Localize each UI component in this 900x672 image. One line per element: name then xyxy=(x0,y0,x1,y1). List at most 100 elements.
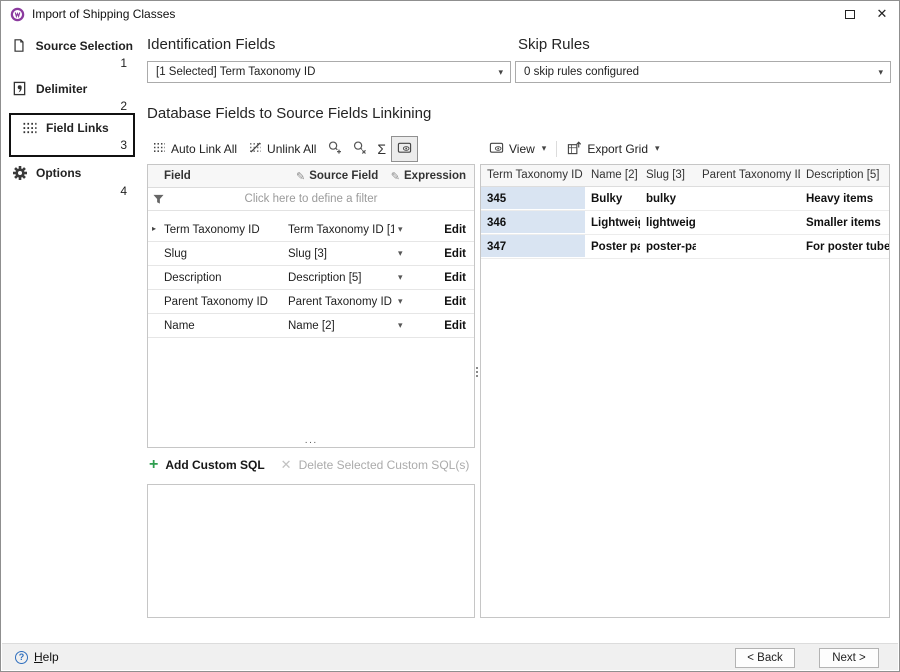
help-question-icon: ? xyxy=(15,651,28,664)
preview-toggle-button[interactable] xyxy=(391,136,418,162)
delete-custom-sql-label: Delete Selected Custom SQL(s) xyxy=(299,458,470,472)
preview-eye-icon xyxy=(489,140,504,158)
step-label: Delimiter xyxy=(36,82,87,96)
help-label: Help xyxy=(34,650,59,664)
preview-column-header[interactable]: Name [2] xyxy=(585,165,640,186)
linking-heading: Database Fields to Source Fields Linkini… xyxy=(147,105,431,122)
source-field-dropdown[interactable]: Term Taxonomy ID [1] xyxy=(288,224,394,236)
cell-description: Heavy items xyxy=(800,187,889,210)
preview-column-header[interactable]: Slug [3] xyxy=(640,165,696,186)
skip-rules-dropdown-value: 0 skip rules configured xyxy=(524,66,639,78)
cell-description: Smaller items xyxy=(800,211,889,234)
dotted-grid-icon xyxy=(21,122,38,135)
identification-fields-dropdown[interactable]: [1 Selected] Term Taxonomy ID ▾ xyxy=(147,61,511,83)
gear-icon xyxy=(11,165,28,181)
cell-name: Bulky xyxy=(585,187,640,210)
field-links-rows: ▸ Term Taxonomy ID Term Taxonomy ID [1] … xyxy=(148,218,474,338)
column-header-field[interactable]: Field xyxy=(164,170,191,182)
document-icon xyxy=(11,38,28,53)
remove-link-button[interactable] xyxy=(347,137,372,161)
add-custom-sql-label: Add Custom SQL xyxy=(165,458,264,472)
cell-term-taxonomy-id: 345 xyxy=(481,187,585,210)
preview-column-header[interactable]: Description [5] xyxy=(800,165,889,186)
preview-data-row[interactable]: 347 Poster pack poster-pack For poster t… xyxy=(481,235,889,259)
delete-cross-icon: ✕ xyxy=(281,457,292,473)
export-grid-icon xyxy=(567,140,582,158)
preview-column-header[interactable]: Term Taxonomy ID [1] xyxy=(481,165,585,186)
cell-parent-taxonomy-id xyxy=(696,235,800,258)
unlink-all-button[interactable]: Unlink All xyxy=(243,139,322,159)
source-field-dropdown[interactable]: Description [5] xyxy=(288,272,394,284)
cell-parent-taxonomy-id xyxy=(696,187,800,210)
edit-link[interactable]: Edit xyxy=(444,272,466,284)
add-link-button[interactable] xyxy=(322,137,347,161)
grid-spacer xyxy=(148,211,474,218)
field-link-row[interactable]: ▸ Slug Slug [3] ▾ Edit xyxy=(148,242,474,266)
filter-row[interactable]: Click here to define a filter xyxy=(148,188,474,211)
preview-column-header[interactable]: Parent Taxonomy ID [4] xyxy=(696,165,800,186)
identification-fields-heading: Identification Fields xyxy=(147,36,275,53)
plus-icon: + xyxy=(149,459,158,471)
edit-link[interactable]: Edit xyxy=(444,320,466,332)
edit-link[interactable]: Edit xyxy=(444,248,466,260)
column-header-source-field[interactable]: ✎ Source Field xyxy=(296,170,378,183)
add-custom-sql-button[interactable]: + Add Custom SQL xyxy=(149,458,265,472)
back-button[interactable]: < Back xyxy=(735,648,795,668)
unlink-all-label: Unlink All xyxy=(267,142,316,156)
view-menu-button[interactable]: View ▾ xyxy=(483,137,552,161)
cell-name: Poster pack xyxy=(585,235,640,258)
field-link-row[interactable]: ▸ Term Taxonomy ID Term Taxonomy ID [1] … xyxy=(148,218,474,242)
close-button[interactable]: ✕ xyxy=(865,1,899,27)
source-field-dropdown[interactable]: Parent Taxonomy ID [4] xyxy=(288,296,394,308)
step-label: Field Links xyxy=(46,121,109,135)
next-button[interactable]: Next > xyxy=(819,648,879,668)
sidebar-step-source-selection[interactable]: Source Selection 1 xyxy=(11,38,133,70)
field-links-grid-header: Field ✎ Source Field ✎ Expression xyxy=(148,165,474,188)
field-link-row[interactable]: ▸ Name Name [2] ▾ Edit xyxy=(148,314,474,338)
preview-data-row[interactable]: 345 Bulky bulky Heavy items xyxy=(481,187,889,211)
help-button[interactable]: ? Help xyxy=(15,650,59,664)
skip-rules-dropdown[interactable]: 0 skip rules configured ▾ xyxy=(515,61,891,83)
field-links-grid: Field ✎ Source Field ✎ Expression Click … xyxy=(147,164,475,448)
delimiter-icon xyxy=(11,81,28,96)
auto-link-icon xyxy=(153,142,166,156)
field-link-row[interactable]: ▸ Description Description [5] ▾ Edit xyxy=(148,266,474,290)
step-label: Source Selection xyxy=(36,39,133,53)
cell-slug: bulky xyxy=(640,187,696,210)
preview-data-row[interactable]: 346 Lightweight lightweight Smaller item… xyxy=(481,211,889,235)
filter-placeholder: Click here to define a filter xyxy=(148,188,474,211)
pane-splitter[interactable] xyxy=(475,367,479,387)
field-name: Name xyxy=(164,320,195,332)
step-number: 3 xyxy=(21,138,133,152)
custom-sql-list[interactable] xyxy=(147,484,475,618)
identification-dropdown-value: [1 Selected] Term Taxonomy ID xyxy=(156,66,315,78)
cell-term-taxonomy-id: 346 xyxy=(481,211,585,234)
cell-slug: poster-pack xyxy=(640,235,696,258)
export-grid-button[interactable]: Export Grid ▾ xyxy=(561,137,665,161)
field-name: Term Taxonomy ID xyxy=(164,224,260,236)
edit-link[interactable]: Edit xyxy=(444,296,466,308)
sidebar-step-options[interactable]: Options 4 xyxy=(11,165,133,198)
preview-eye-icon xyxy=(397,140,412,158)
maximize-button[interactable] xyxy=(833,1,867,27)
field-link-row[interactable]: ▸ Parent Taxonomy ID Parent Taxonomy ID … xyxy=(148,290,474,314)
column-header-expression[interactable]: ✎ Expression xyxy=(391,170,466,183)
source-field-dropdown[interactable]: Slug [3] xyxy=(288,248,394,260)
auto-link-all-button[interactable]: Auto Link All xyxy=(147,139,243,159)
pencil-icon: ✎ xyxy=(296,170,305,183)
field-links-toolbar: Auto Link All Unlink All Σ xyxy=(147,136,418,161)
filter-funnel-icon xyxy=(153,194,164,208)
link-cross-icon xyxy=(352,140,367,158)
preview-grid-rows: 345 Bulky bulky Heavy items 346 Lightwei… xyxy=(481,187,889,259)
field-name: Description xyxy=(164,272,222,284)
current-row-marker-icon: ▸ xyxy=(152,224,156,233)
source-field-dropdown[interactable]: Name [2] xyxy=(288,320,394,332)
edit-link[interactable]: Edit xyxy=(444,224,466,236)
expression-sigma-button[interactable]: Σ xyxy=(372,138,391,160)
sidebar-step-delimiter[interactable]: Delimiter 2 xyxy=(11,81,133,113)
sidebar-step-field-links-active[interactable]: Field Links 3 xyxy=(9,113,135,157)
preview-toolbar: View ▾ Export Grid ▾ xyxy=(483,136,666,161)
grid-resize-grip[interactable]: ··· xyxy=(305,439,318,447)
chevron-down-icon: ▾ xyxy=(398,320,403,331)
delete-custom-sql-button[interactable]: ✕ Delete Selected Custom SQL(s) xyxy=(281,457,470,473)
